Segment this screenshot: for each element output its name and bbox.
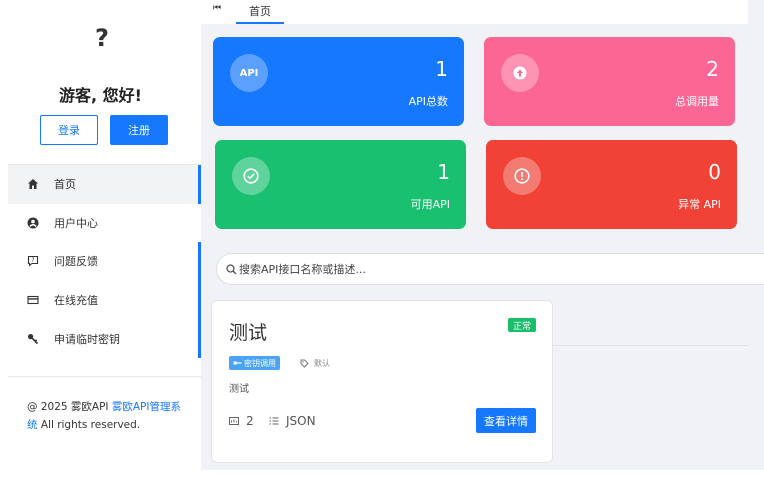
status-badge: 正常 [507, 318, 536, 332]
format-value: JSON [286, 414, 316, 428]
list-icon [269, 416, 279, 426]
stat-card-available-api: 1 可用API [215, 140, 466, 229]
sidebar-item-label: 首页 [54, 178, 76, 192]
stat-value: 1 [435, 57, 448, 81]
user-icon [26, 216, 40, 230]
sidebar-item-home[interactable]: 首页 [8, 165, 201, 204]
stat-value: 1 [437, 160, 450, 184]
tab-first-icon[interactable]: ⏮ [213, 3, 221, 13]
bottom-edge [201, 470, 764, 479]
count-value: 2 [246, 414, 254, 428]
divider [551, 345, 748, 346]
alert-circle-icon [503, 157, 541, 195]
sidebar-item-label: 在线充值 [54, 294, 98, 308]
tag-icon [300, 359, 309, 368]
stat-label: 总调用量 [675, 95, 719, 108]
stat-label: API总数 [408, 95, 448, 108]
search-input[interactable]: 搜索API接口名称或描述... [216, 253, 764, 285]
sidebar: ? 游客, 您好! 登录 注册 首页 用户中心 ? 问题反馈 在线充值 申请临时… [0, 0, 201, 479]
card-description: 测试 [229, 384, 249, 395]
stat-label: 异常 API [678, 198, 721, 211]
sidebar-item-feedback[interactable]: ? 问题反馈 [8, 242, 201, 281]
key-icon [233, 361, 242, 365]
search-icon [226, 263, 237, 275]
arrow-up-icon [501, 54, 539, 92]
svg-text:?: ? [31, 258, 34, 265]
tag-label: 默认 [314, 358, 330, 368]
sidebar-item-recharge[interactable]: 在线充值 [8, 280, 201, 320]
card-icon [26, 293, 40, 307]
stat-value: 2 [706, 57, 719, 81]
api-icon: API [230, 54, 268, 92]
main-content: ⏮ 首页 API 1 API总数 2 总调用量 1 可用API 0 异常 API… [201, 0, 764, 479]
chart-icon [229, 416, 239, 426]
tag-label: 密钥调用 [244, 358, 276, 368]
card-title: 测试 [229, 322, 268, 344]
key-icon [26, 332, 40, 346]
search-placeholder: 搜索API接口名称或描述... [239, 263, 366, 276]
sidebar-item-label: 用户中心 [54, 216, 98, 230]
tab-bar: ⏮ 首页 [201, 0, 748, 24]
stat-card-api-total: API 1 API总数 [213, 37, 464, 126]
sidebar-item-temp-key[interactable]: 申请临时密钥 [8, 319, 201, 358]
footer: @ 2025 雾欧API 雾欧API管理系统 All rights reserv… [27, 398, 187, 434]
login-button[interactable]: 登录 [40, 115, 98, 145]
footer-suffix: All rights reserved. [37, 419, 141, 431]
sidebar-item-label: 问题反馈 [54, 255, 98, 269]
default-tag: 默认 [300, 356, 330, 370]
stat-card-error-api: 0 异常 API [486, 140, 737, 229]
sidebar-divider [8, 376, 201, 377]
check-circle-icon [232, 157, 270, 195]
tab-home[interactable]: 首页 [236, 0, 284, 24]
register-button[interactable]: 注册 [110, 115, 168, 145]
stat-label: 可用API [410, 198, 450, 211]
greeting: 游客, 您好! [59, 86, 142, 105]
call-count: 2 [229, 414, 254, 428]
sidebar-item-label: 申请临时密钥 [54, 332, 120, 346]
home-icon [26, 177, 40, 191]
stat-value: 0 [708, 160, 721, 184]
footer-prefix: @ 2025 雾欧API [27, 401, 112, 413]
sidebar-item-user-center[interactable]: 用户中心 [8, 204, 201, 243]
sidebar-nav: 首页 用户中心 ? 问题反馈 在线充值 申请临时密钥 [8, 164, 201, 358]
stat-card-total-calls: 2 总调用量 [484, 37, 735, 126]
api-card[interactable]: 测试 正常 密钥调用 默认 测试 2 JSON 查看详情 [211, 300, 553, 463]
view-details-button[interactable]: 查看详情 [476, 408, 536, 433]
key-call-tag: 密钥调用 [229, 356, 280, 370]
avatar: ? [95, 24, 109, 52]
feedback-icon: ? [26, 254, 40, 268]
response-format: JSON [269, 414, 316, 428]
